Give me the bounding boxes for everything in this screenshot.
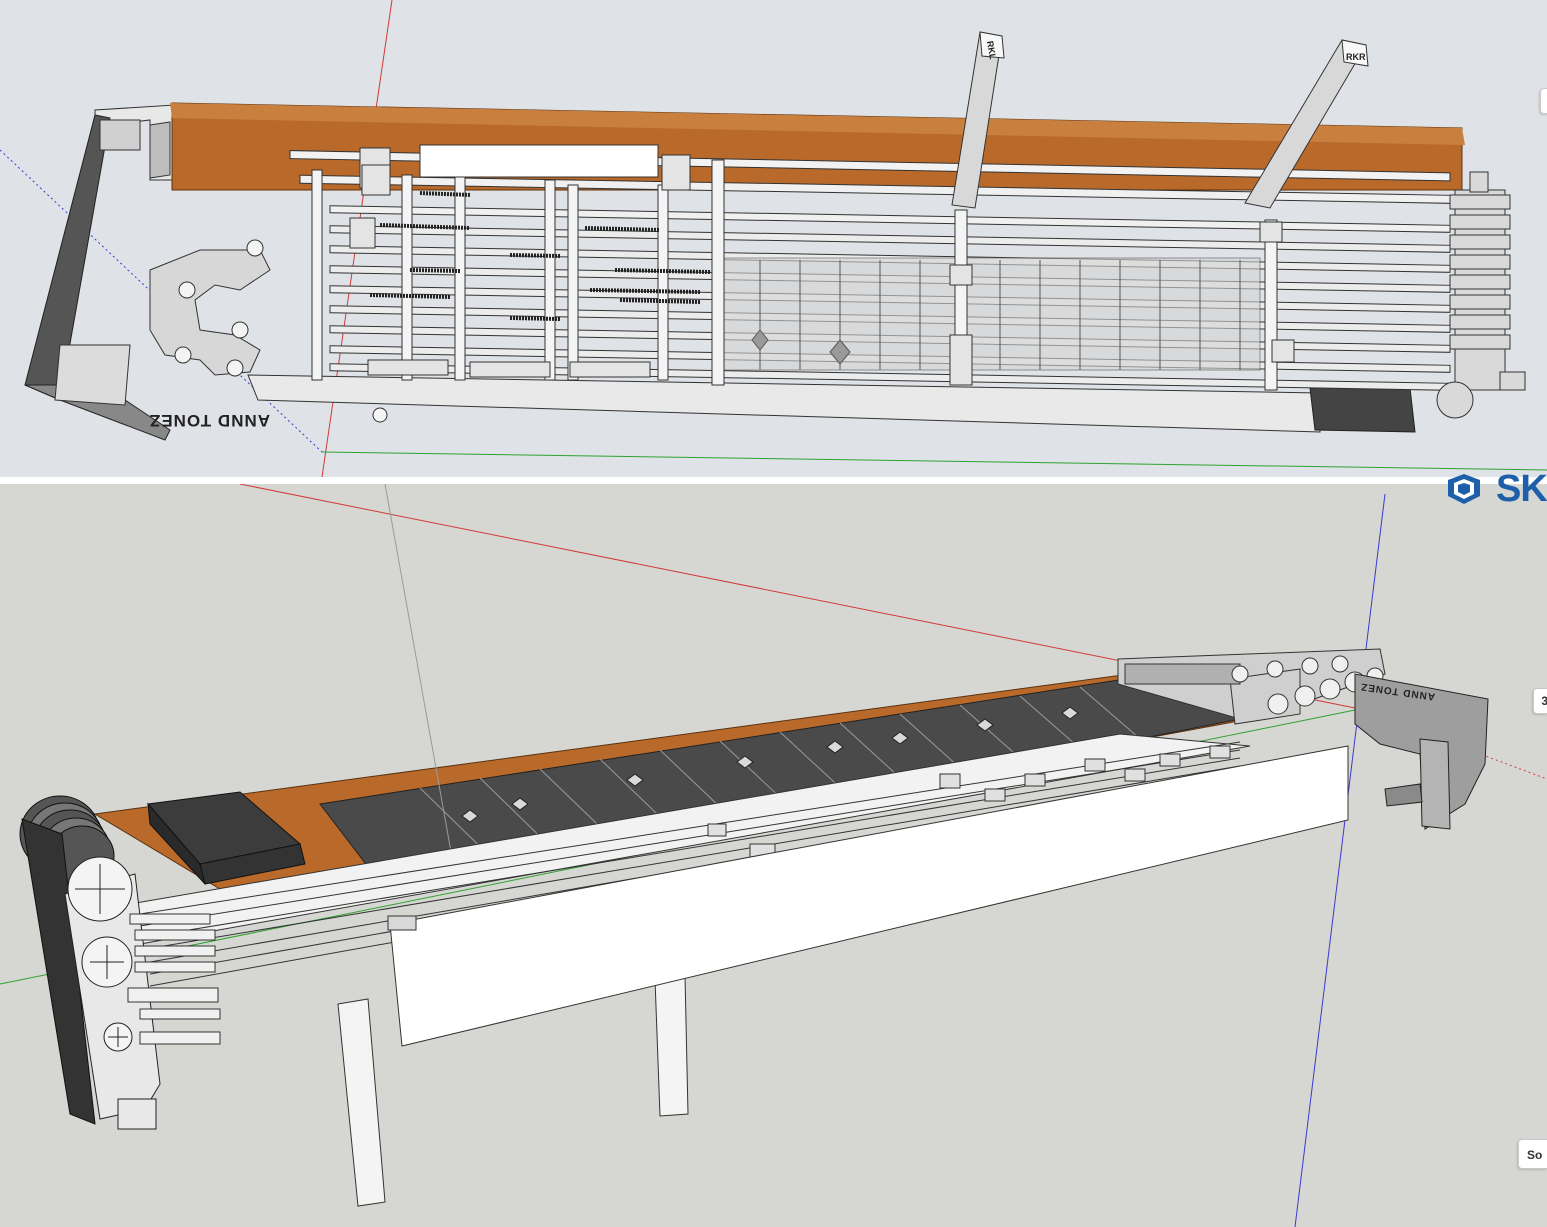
top-edge-tab[interactable] (1540, 88, 1547, 114)
sketchup-logo-icon (1448, 474, 1480, 504)
viewport-divider (0, 477, 1547, 484)
blue-axis (1294, 493, 1386, 1227)
brand-text: SK (1496, 474, 1547, 510)
mid-edge-tab-label: 3 (1541, 694, 1547, 708)
sketchup-brand: SK (1440, 474, 1547, 514)
bottom-edge-tab[interactable]: So (1518, 1139, 1547, 1169)
top-viewport[interactable]: RKL RKR ANND TONEZ (0, 0, 1547, 477)
bottom-edge-tab-label: So (1527, 1148, 1543, 1162)
bottom-model-canvas[interactable]: ANND TONEZ (0, 484, 1547, 1227)
fretboard-underside (719, 257, 1261, 371)
rkr-label: RKR (1346, 52, 1366, 62)
top-model-canvas[interactable]: RKL RKR ANND TONEZ (0, 0, 1547, 477)
top-bar-block (419, 144, 659, 178)
mid-edge-tab[interactable]: 3 (1533, 688, 1547, 714)
keyhead-rollers (1436, 171, 1526, 419)
top-body-signature: ANND TONEZ (149, 411, 270, 430)
apron-end-block (1309, 387, 1416, 433)
green-axis (321, 451, 1547, 471)
apron-clip (387, 915, 417, 931)
bottom-viewport[interactable]: ANND TONEZ 3 So (0, 484, 1547, 1227)
